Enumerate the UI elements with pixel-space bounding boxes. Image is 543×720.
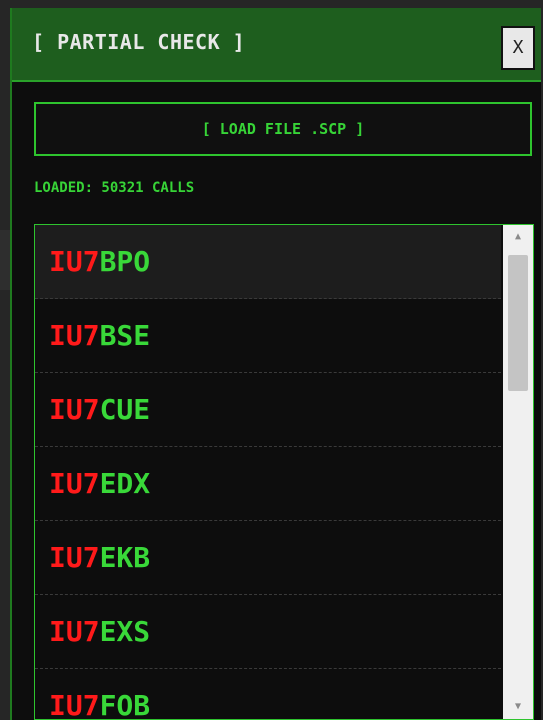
dialog-title: [ PARTIAL CHECK ] (32, 30, 246, 54)
dialog-titlebar: [ PARTIAL CHECK ] X (12, 8, 541, 82)
loaded-status: LOADED: 50321 CALLS (34, 180, 195, 196)
call-prefix: IU7 (49, 245, 100, 278)
call-prefix: IU7 (49, 541, 100, 574)
call-list-item[interactable]: IU7BSE (35, 299, 501, 373)
scroll-up-arrow-icon[interactable]: ▲ (503, 229, 533, 245)
scrollbar[interactable]: ▲ ▼ (503, 225, 533, 719)
call-list-item[interactable]: IU7EKB (35, 521, 501, 595)
call-list-item[interactable]: IU7FOB (35, 669, 501, 720)
call-suffix: EDX (99, 467, 151, 500)
call-list-item[interactable]: IU7CUE (35, 373, 501, 447)
scroll-down-arrow-icon[interactable]: ▼ (503, 699, 533, 715)
call-suffix: FOB (99, 689, 151, 720)
call-list-item[interactable]: IU7EDX (35, 447, 501, 521)
call-list-item[interactable]: IU7EXS (35, 595, 501, 669)
call-prefix: IU7 (49, 393, 100, 426)
call-prefix: IU7 (49, 615, 100, 648)
call-list-item[interactable]: IU7BPO (35, 225, 501, 299)
load-file-button[interactable]: [ LOAD FILE .SCP ] (34, 102, 532, 156)
call-list: IU7BPO IU7BSE IU7CUE IU7EDX IU7EKB IU7EXS IU7F… (35, 225, 501, 720)
call-prefix: IU7 (49, 319, 100, 352)
call-suffix: BPO (99, 245, 151, 278)
background-strip (0, 230, 10, 290)
partial-check-dialog: [ PARTIAL CHECK ] X [ LOAD FILE .SCP ] L… (10, 8, 541, 720)
scroll-thumb[interactable] (508, 255, 528, 391)
call-prefix: IU7 (49, 467, 100, 500)
call-suffix: EKB (99, 541, 151, 574)
call-suffix: BSE (99, 319, 151, 352)
call-prefix: IU7 (49, 689, 100, 720)
call-suffix: CUE (99, 393, 151, 426)
call-suffix: EXS (99, 615, 151, 648)
call-list-box[interactable]: IU7BPO IU7BSE IU7CUE IU7EDX IU7EKB IU7EXS IU7F… (34, 224, 534, 720)
close-button[interactable]: X (501, 26, 535, 70)
